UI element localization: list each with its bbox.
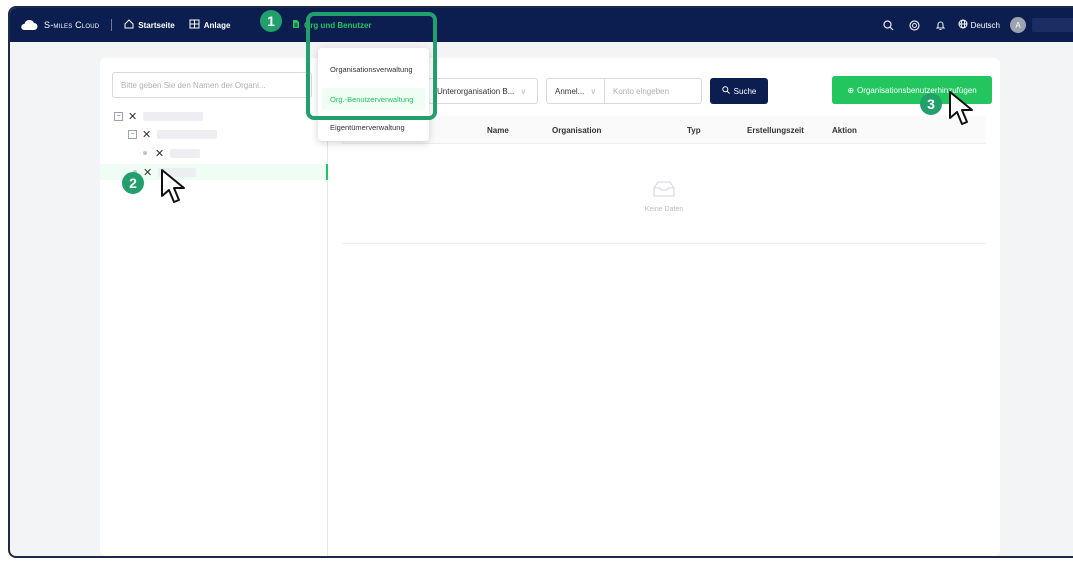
table-empty-state: Keine Daten bbox=[342, 144, 986, 244]
support-icon[interactable] bbox=[906, 16, 924, 34]
globe-icon bbox=[958, 19, 968, 31]
chevron-down-icon: ∨ bbox=[520, 86, 527, 96]
search-button[interactable]: Suche bbox=[710, 78, 768, 104]
chevron-down-icon: ∨ bbox=[590, 86, 597, 96]
username-blurred[interactable] bbox=[1032, 18, 1073, 32]
cursor-arrow-icon bbox=[161, 169, 185, 203]
col-organisation[interactable]: Organisation bbox=[552, 126, 601, 135]
search-icon bbox=[721, 86, 730, 96]
nav-anlage[interactable]: Anlage bbox=[189, 19, 231, 31]
select-value: Anmel... bbox=[555, 86, 585, 96]
step-badge-3: 3 bbox=[920, 93, 942, 115]
select-value: Unterorganisation B... bbox=[437, 86, 515, 96]
callout-highlight-box bbox=[306, 12, 437, 120]
plus-circle-icon: ⊕ bbox=[847, 85, 855, 95]
language-selector[interactable]: Deutsch bbox=[958, 19, 1000, 31]
col-aktion[interactable]: Aktion bbox=[832, 126, 857, 135]
step-badge-2: 2 bbox=[122, 172, 144, 194]
step-badge-1: 1 bbox=[260, 10, 282, 32]
search-icon[interactable] bbox=[880, 16, 898, 34]
nav-label: Startseite bbox=[138, 20, 175, 30]
tree-node-child[interactable]: − ✕ bbox=[128, 128, 218, 141]
top-navigation-bar: S-miles Cloud Startseite Anlage W Org un… bbox=[10, 8, 1073, 42]
table-header: Name Organisation Typ Erstellungszeit Ak… bbox=[342, 116, 986, 144]
org-search-input[interactable]: Bitte geben Sie den Namen der Organi... bbox=[112, 72, 312, 98]
tools-icon: ✕ bbox=[155, 147, 165, 160]
language-label: Deutsch bbox=[970, 20, 1000, 30]
bell-icon[interactable] bbox=[932, 16, 950, 34]
leaf-dot-icon bbox=[143, 151, 147, 155]
node-label-blurred bbox=[157, 129, 218, 139]
empty-inbox-icon bbox=[653, 181, 675, 197]
grid-icon bbox=[189, 19, 200, 31]
app-frame: S-miles Cloud Startseite Anlage W Org un… bbox=[8, 6, 1073, 558]
col-typ[interactable]: Typ bbox=[687, 126, 701, 135]
tools-icon: ✕ bbox=[128, 110, 138, 123]
tools-icon: ✕ bbox=[142, 128, 152, 141]
col-erstellungszeit[interactable]: Erstellungszeit bbox=[747, 126, 804, 135]
tree-node-leaf[interactable]: ✕ bbox=[140, 147, 201, 160]
collapse-icon[interactable]: − bbox=[128, 129, 137, 139]
avatar[interactable]: A bbox=[1010, 17, 1026, 33]
document-icon bbox=[292, 19, 300, 31]
account-input[interactable]: Konto eingeben bbox=[604, 78, 702, 104]
divider bbox=[111, 19, 113, 31]
cloud-icon bbox=[21, 19, 38, 30]
brand-name: S-miles Cloud bbox=[44, 20, 100, 30]
content-card: Bitte geben Sie den Namen der Organi... … bbox=[100, 58, 1000, 556]
collapse-icon[interactable]: − bbox=[114, 111, 123, 121]
nav-startseite[interactable]: Startseite bbox=[124, 19, 175, 31]
col-name[interactable]: Name bbox=[487, 126, 509, 135]
account-placeholder: Konto eingeben bbox=[613, 86, 670, 96]
nav-label: Anlage bbox=[203, 20, 231, 30]
tree-node-root[interactable]: − ✕ bbox=[114, 110, 204, 123]
home-icon bbox=[124, 19, 134, 31]
topbar-actions: Deutsch A bbox=[880, 8, 1073, 42]
node-label-blurred bbox=[143, 111, 204, 121]
tools-icon: ✕ bbox=[143, 166, 153, 179]
node-label-blurred bbox=[170, 148, 201, 158]
sub-org-select[interactable]: Unterorganisation B... ∨ bbox=[428, 78, 538, 104]
search-button-label: Suche bbox=[733, 86, 757, 96]
login-type-select[interactable]: Anmel... ∨ bbox=[546, 78, 604, 104]
empty-text: Keine Daten bbox=[644, 206, 684, 213]
brand-logo[interactable]: S-miles Cloud bbox=[20, 19, 99, 31]
org-tree-panel: Bitte geben Sie den Namen der Organi... … bbox=[100, 58, 328, 556]
cursor-arrow-icon bbox=[949, 91, 973, 125]
